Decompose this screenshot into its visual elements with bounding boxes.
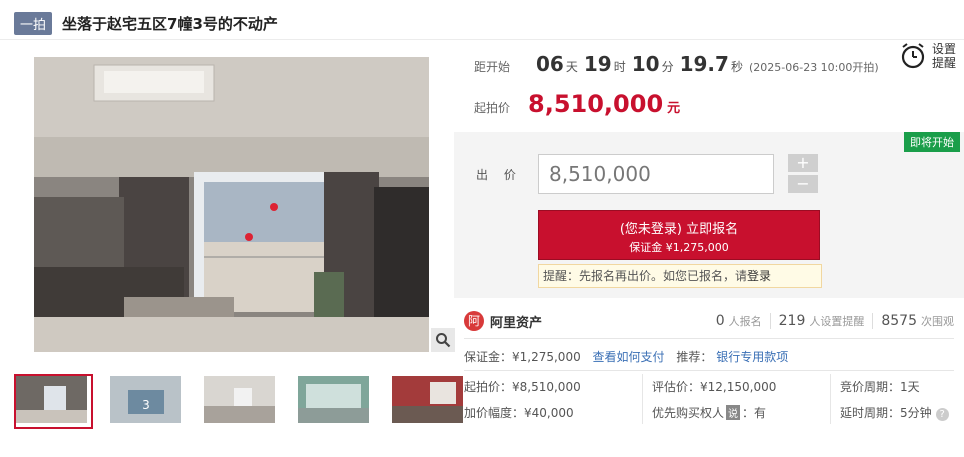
ali-assets-logo-icon: 阿 <box>464 311 484 331</box>
deposit-amount: 保证金：¥1,275,000 <box>464 350 581 364</box>
status-badge: 即将开始 <box>904 132 960 152</box>
auction-stats: 0 人报名 219 人设置提醒 8575 次围观 <box>716 313 954 329</box>
thumb-balcony <box>298 376 369 423</box>
living-room-image <box>34 57 429 352</box>
signup-count: 0 <box>715 313 725 329</box>
login-tip: 提醒：先报名再出价。如您已报名，请登录 <box>538 264 822 288</box>
start-price-label: 起拍价 <box>474 101 511 115</box>
thumb-door-plate: 3 <box>110 376 181 423</box>
divider <box>464 370 954 371</box>
stats-divider <box>769 313 771 329</box>
magnifier-icon <box>436 333 451 348</box>
alarm-clock-icon <box>901 43 925 69</box>
thumbnail-1[interactable] <box>14 374 93 429</box>
platform-name: 阿里资产 <box>490 315 543 331</box>
thumbnail-5[interactable] <box>390 374 469 429</box>
priority-info-icon[interactable]: 说 <box>726 405 741 420</box>
countdown-seconds: 19.7 <box>679 52 729 76</box>
seconds-unit: 秒 <box>730 60 743 74</box>
deposit-row: 保证金：¥1,275,000 查看如何支付 推荐： 银行专用款项 <box>464 348 788 365</box>
auction-start-time: (2025-06-23 10:00开拍) <box>748 61 879 74</box>
set-reminder-button[interactable]: 设置 提醒 <box>900 42 956 70</box>
reminder-label-1: 设置 <box>932 42 957 56</box>
main-property-photo[interactable] <box>34 57 429 352</box>
signup-count-label: 人报名 <box>728 315 762 328</box>
priority-label: 优先购买权人 <box>652 406 725 420</box>
bid-label: 出 价 <box>476 168 522 182</box>
minutes-unit: 分 <box>661 60 674 74</box>
start-price-value: 8,510,000 <box>528 90 664 118</box>
priority-value: ：有 <box>742 406 767 420</box>
hours-unit: 时 <box>613 60 626 74</box>
column-divider <box>642 374 643 424</box>
reminder-count-label: 人设置提醒 <box>809 315 865 328</box>
thumbnail-4[interactable] <box>296 374 375 429</box>
increase-bid-button[interactable]: + <box>788 154 818 172</box>
countdown-hours: 19 <box>583 52 612 76</box>
register-button[interactable]: (您未登录) 立即报名 保证金 ¥1,275,000 <box>538 210 820 260</box>
photo-thumbnails: 3 <box>14 374 484 429</box>
bank-account-link[interactable]: 银行专用款项 <box>716 350 788 364</box>
thumb-room <box>204 376 275 423</box>
countdown-label: 距开始 <box>474 60 511 74</box>
start-price-unit: 元 <box>667 101 681 116</box>
thumb-living-room <box>16 376 87 423</box>
register-deposit-label: 保证金 ¥1,275,000 <box>629 241 729 254</box>
tip-text: 提醒：先报名再出价。如您已报名，请 <box>543 269 748 283</box>
detail-start-price: 起拍价：¥8,510,000 <box>464 380 581 394</box>
round-badge: 一拍 <box>14 12 53 35</box>
countdown: 距开始 06 天 19 时 10 分 19.7 秒 (2025-06-23 10… <box>474 52 879 76</box>
login-link[interactable]: 登录 <box>747 269 771 283</box>
countdown-days: 06 <box>536 52 564 76</box>
detail-delay: 延时周期：5分钟? <box>840 404 949 421</box>
how-to-pay-link[interactable]: 查看如何支付 <box>593 350 665 364</box>
reminder-count: 219 <box>778 313 806 329</box>
days-unit: 天 <box>565 60 578 74</box>
reminder-label-2: 提醒 <box>932 56 957 70</box>
thumbnail-3[interactable] <box>202 374 281 429</box>
bid-panel: 即将开始 出 价 8,510,000 + − (您未登录) 立即报名 保证金 ¥… <box>454 132 964 298</box>
column-divider <box>830 374 831 424</box>
bid-amount-input[interactable]: 8,510,000 <box>538 154 774 194</box>
detail-appraisal: 评估价：¥12,150,000 <box>652 380 777 394</box>
stats-divider <box>872 313 874 329</box>
detail-priority: 优先购买权人说：有 <box>652 404 766 421</box>
header-divider <box>0 39 964 40</box>
auction-header: 一拍 坐落于赵宅五区7幢3号的不动产 <box>14 12 278 35</box>
thumbnail-2[interactable]: 3 <box>108 374 187 429</box>
detail-bid-cycle: 竞价周期：1天 <box>840 380 920 394</box>
thumb-kitchen <box>392 376 463 423</box>
start-price-row: 起拍价 8,510,000 元 <box>474 90 680 118</box>
svg-text:3: 3 <box>142 398 150 412</box>
detail-increment: 加价幅度：¥40,000 <box>464 406 574 420</box>
divider <box>464 338 954 339</box>
decrease-bid-button[interactable]: − <box>788 175 818 193</box>
recommend-label: 推荐： <box>676 350 713 364</box>
help-icon[interactable]: ? <box>935 408 949 421</box>
countdown-minutes: 10 <box>631 52 660 76</box>
view-count: 8575 <box>881 313 917 329</box>
register-button-label: (您未登录) 立即报名 <box>619 222 739 237</box>
view-count-label: 次围观 <box>921 315 954 328</box>
platform-stats-row: 阿 阿里资产 0 人报名 219 人设置提醒 8575 次围观 <box>464 310 954 332</box>
delay-value: 延时周期：5分钟 <box>840 406 932 420</box>
page-title: 坐落于赵宅五区7幢3号的不动产 <box>62 15 278 33</box>
zoom-button[interactable] <box>431 328 455 352</box>
